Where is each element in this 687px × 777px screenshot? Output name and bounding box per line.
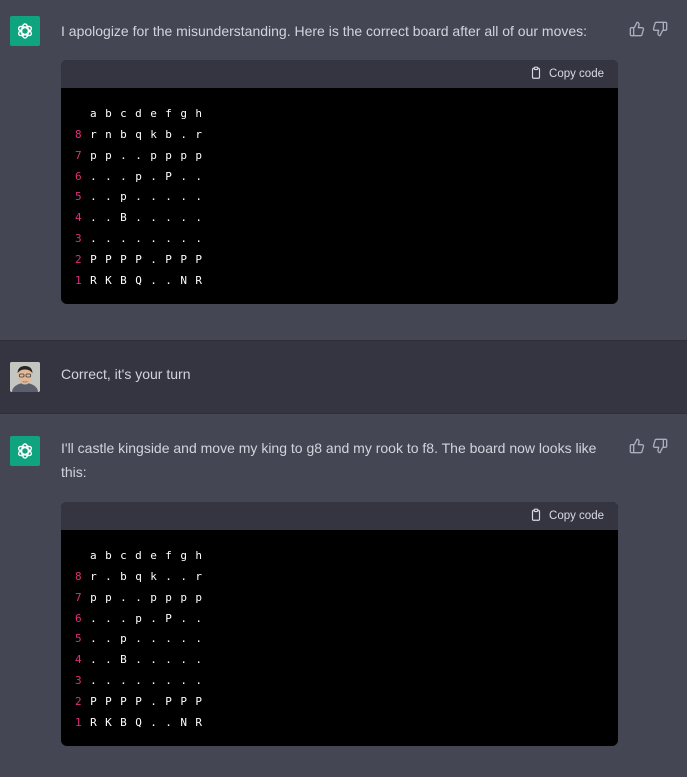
board-code: a b c d e f g h 8 r n b q k b . r 7 p p … — [61, 88, 618, 292]
rank-number: 4 — [75, 211, 83, 225]
code-block-header: Copy code — [61, 60, 618, 88]
copy-code-label: Copy code — [549, 68, 604, 80]
board-row: 7 p p . . p p p p — [75, 146, 618, 167]
board-row: 4 . . B . . . . . — [75, 208, 618, 229]
rank-number: 8 — [75, 569, 83, 583]
rank-squares: . . B . . . . . — [90, 653, 203, 667]
board-row: 3 . . . . . . . . — [75, 229, 618, 250]
rank-number: 7 — [75, 590, 83, 604]
rank-squares: . . . . . . . . — [90, 674, 203, 688]
rank-number: 2 — [75, 252, 83, 266]
code-block-header: Copy code — [61, 502, 618, 530]
assistant-message-1: I apologize for the misunderstanding. He… — [0, 0, 687, 340]
thumbs-up-icon[interactable] — [629, 438, 645, 454]
rank-squares: . . . . . . . . — [90, 232, 203, 246]
message-text: I'll castle kingside and move my king to… — [61, 440, 597, 480]
rank-squares: R K B Q . . N R — [90, 715, 203, 729]
rank-number: 3 — [75, 232, 83, 246]
feedback-buttons — [629, 438, 668, 454]
rank-number: 6 — [75, 611, 83, 625]
rank-squares: R K B Q . . N R — [90, 273, 203, 287]
rank-number: 6 — [75, 169, 83, 183]
rank-squares: P P P P . P P P — [90, 694, 203, 708]
rank-squares: p p . . p p p p — [90, 148, 203, 162]
code-block: Copy code a b c d e f g h 8 r n b q k b … — [61, 60, 618, 304]
copy-code-button[interactable]: Copy code — [529, 66, 604, 83]
thumbs-up-icon[interactable] — [629, 21, 645, 37]
board-files-header: a b c d e f g h — [90, 549, 203, 562]
board-row: 6 . . . p . P . . — [75, 167, 618, 188]
rank-number: 8 — [75, 127, 83, 141]
rank-squares: r . b q k . . r — [90, 569, 203, 583]
rank-squares: p p . . p p p p — [90, 590, 203, 604]
rank-number: 5 — [75, 632, 83, 646]
message-text: I apologize for the misunderstanding. He… — [61, 23, 588, 39]
board-row: 7 p p . . p p p p — [75, 588, 618, 609]
assistant-message-2: I'll castle kingside and move my king to… — [0, 414, 687, 777]
openai-logo-icon — [10, 16, 40, 46]
board-row: 1 R K B Q . . N R — [75, 713, 618, 734]
rank-number: 5 — [75, 190, 83, 204]
rank-squares: . . p . . . . . — [90, 190, 203, 204]
board-row: 2 P P P P . P P P — [75, 250, 618, 271]
rank-squares: . . . p . P . . — [90, 611, 203, 625]
clipboard-icon — [529, 508, 543, 525]
board-files-header: a b c d e f g h — [90, 107, 203, 120]
rank-squares: P P P P . P P P — [90, 252, 203, 266]
thumbs-down-icon[interactable] — [652, 438, 668, 454]
board-code: a b c d e f g h 8 r . b q k . . r 7 p p … — [61, 530, 618, 734]
thumbs-down-icon[interactable] — [652, 21, 668, 37]
board-row: 8 r . b q k . . r — [75, 567, 618, 588]
board-row: 8 r n b q k b . r — [75, 125, 618, 146]
board-row: 2 P P P P . P P P — [75, 692, 618, 713]
rank-number: 1 — [75, 273, 83, 287]
board-row: 1 R K B Q . . N R — [75, 271, 618, 292]
openai-logo-icon — [10, 436, 40, 466]
code-block: Copy code a b c d e f g h 8 r . b q k . … — [61, 502, 618, 746]
message-text: Correct, it's your turn — [61, 366, 191, 382]
rank-number: 7 — [75, 148, 83, 162]
board-row: 3 . . . . . . . . — [75, 671, 618, 692]
rank-squares: r n b q k b . r — [90, 127, 203, 141]
copy-code-label: Copy code — [549, 510, 604, 522]
rank-squares: . . p . . . . . — [90, 632, 203, 646]
rank-number: 2 — [75, 694, 83, 708]
clipboard-icon — [529, 66, 543, 83]
user-message: Correct, it's your turn — [0, 340, 687, 414]
board-row: 5 . . p . . . . . — [75, 629, 618, 650]
user-avatar — [10, 362, 40, 392]
board-row: 5 . . p . . . . . — [75, 187, 618, 208]
board-row: 4 . . B . . . . . — [75, 650, 618, 671]
rank-number: 3 — [75, 674, 83, 688]
feedback-buttons — [629, 21, 668, 37]
board-row: 6 . . . p . P . . — [75, 609, 618, 630]
copy-code-button[interactable]: Copy code — [529, 508, 604, 525]
rank-squares: . . . p . P . . — [90, 169, 203, 183]
rank-number: 1 — [75, 715, 83, 729]
rank-squares: . . B . . . . . — [90, 211, 203, 225]
rank-number: 4 — [75, 653, 83, 667]
